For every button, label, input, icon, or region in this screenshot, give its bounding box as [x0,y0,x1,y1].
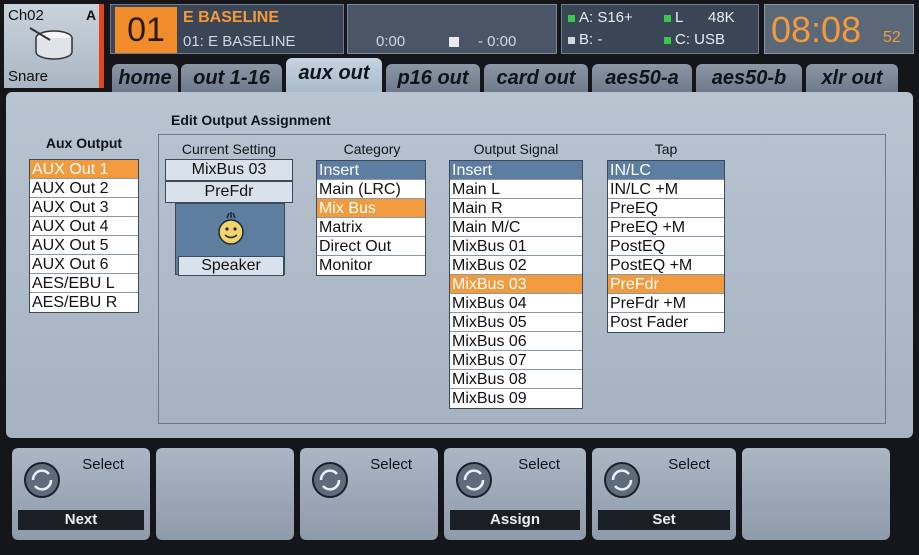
tap-item[interactable]: PostEQ [608,237,724,256]
tab-out-1-16[interactable]: out 1-16 [181,64,282,92]
io-status: A: S16+ L 48K B: - C: USB [561,4,759,54]
next-button[interactable]: Next [18,510,144,530]
scene-box[interactable]: 01 E BASELINE 01: E BASELINE [110,4,344,54]
io-a: A: S16+ [568,9,633,26]
output-signal-item[interactable]: Main L [450,180,582,199]
tab-home[interactable]: home [112,64,178,92]
scene-number: 01 [115,7,177,53]
tab-aes50-b[interactable]: aes50-b [696,64,802,92]
tab-aes50-a[interactable]: aes50-a [592,64,692,92]
output-signal-item[interactable]: MixBus 01 [450,237,582,256]
output-signal-item[interactable]: MixBus 08 [450,370,582,389]
softkey-6[interactable] [742,448,890,540]
channel-name: Snare [8,68,49,85]
clock-seconds: 52 [883,29,901,46]
channel-id: Ch02 [8,7,44,24]
aux-output-item[interactable]: AUX Out 5 [30,236,138,255]
status-led-icon [568,14,575,22]
channel-select-box[interactable]: Ch02 A Snare [4,4,104,88]
output-signal-item[interactable]: Main M/C [450,218,582,237]
status-led-icon [664,36,671,44]
tab-aux-out[interactable]: aux out [286,58,382,92]
output-signal-item[interactable]: MixBus 05 [450,313,582,332]
current-setting-box: MixBus 03 PreFdr [165,159,293,203]
tap-item[interactable]: PreFdr [608,275,724,294]
status-led-icon [664,14,671,22]
category-item[interactable]: Monitor [317,256,425,275]
softkey-1[interactable]: Select Next [12,448,150,540]
category-item[interactable]: Mix Bus [317,199,425,218]
softkey-5[interactable]: Select Set [592,448,736,540]
set-button[interactable]: Set [598,510,730,530]
output-signal-item[interactable]: MixBus 07 [450,351,582,370]
aux-output-item[interactable]: AUX Out 3 [30,198,138,217]
softkey-2[interactable] [156,448,294,540]
aux-output-item[interactable]: AES/EBU R [30,293,138,312]
speaker-icon-box: Speaker [175,203,285,276]
tap-item[interactable]: IN/LC [608,161,724,180]
time-remaining: - 0:00 [478,33,517,50]
output-signal-item[interactable]: MixBus 09 [450,389,582,408]
category-item[interactable]: Direct Out [317,237,425,256]
current-setting-header: Current Setting [181,141,277,157]
category-item[interactable]: Insert [317,161,425,180]
tap-list[interactable]: IN/LC IN/LC +M PreEQ PreEQ +M PostEQ PostEQ +… [607,160,725,333]
category-header: Category [343,141,401,157]
clock: 08:08 52 [764,4,914,54]
scene-title: E BASELINE [183,9,280,26]
aux-output-item[interactable]: AUX Out 2 [30,179,138,198]
clock-time: 08:08 [771,9,862,50]
snare-drum-icon [29,27,73,60]
aux-output-item[interactable]: AUX Out 4 [30,217,138,236]
tab-p16-out[interactable]: p16 out [386,64,480,92]
softkey-5-label: Select [668,456,710,473]
softkey-4-label: Select [518,456,560,473]
assign-button[interactable]: Assign [450,510,580,530]
softkey-3[interactable]: Select [300,448,438,540]
tap-header: Tap [654,141,678,157]
category-item[interactable]: Main (LRC) [317,180,425,199]
output-signal-item[interactable]: MixBus 03 [450,275,582,294]
output-signal-item[interactable]: MixBus 04 [450,294,582,313]
tap-item[interactable]: IN/LC +M [608,180,724,199]
aux-output-item[interactable]: AUX Out 1 [30,160,138,179]
softkey-3-label: Select [370,456,412,473]
tap-item[interactable]: PostEQ +M [608,256,724,275]
category-item[interactable]: Matrix [317,218,425,237]
tab-card-out[interactable]: card out [484,64,588,92]
transport-box[interactable]: 0:00 - 0:00 [347,4,557,54]
output-signal-item[interactable]: Insert [450,161,582,180]
status-led-icon [568,36,575,44]
io-l: L [664,9,683,26]
io-rate: 48K [708,9,735,26]
tap-item[interactable]: PreEQ [608,199,724,218]
aux-output-header: Aux Output [45,135,123,151]
channel-flag: A [86,7,97,23]
current-tap: PreFdr [165,181,293,203]
softkey-1-label: Select [82,456,124,473]
aux-output-item[interactable]: AES/EBU L [30,274,138,293]
tap-item[interactable]: Post Fader [608,313,724,332]
edit-output-title: Edit Output Assignment [171,112,331,128]
time-elapsed: 0:00 [376,33,406,50]
tap-item[interactable]: PreFdr +M [608,294,724,313]
tab-xlr-out[interactable]: xlr out [806,64,898,92]
category-list[interactable]: Insert Main (LRC) Mix Bus Matrix Direct Out M… [316,160,426,276]
scene-subtitle: 01: E BASELINE [183,33,296,50]
tap-item[interactable]: PreEQ +M [608,218,724,237]
aux-output-list[interactable]: AUX Out 1 AUX Out 2 AUX Out 3 AUX Out 4 AUX … [29,159,139,313]
output-signal-item[interactable]: MixBus 02 [450,256,582,275]
stop-icon [449,37,459,47]
aux-output-item[interactable]: AUX Out 6 [30,255,138,274]
softkey-4[interactable]: Select Assign [444,448,586,540]
speaker-label: Speaker [178,256,284,276]
output-signal-list[interactable]: Insert Main L Main R Main M/C MixBus 01 MixBu… [449,160,583,409]
output-signal-item[interactable]: MixBus 06 [450,332,582,351]
output-signal-item[interactable]: Main R [450,199,582,218]
io-b: B: - [568,31,602,48]
io-c: C: USB [664,31,725,48]
face-icon [218,212,244,245]
current-bus: MixBus 03 [165,159,293,181]
output-signal-header: Output Signal [473,141,559,157]
